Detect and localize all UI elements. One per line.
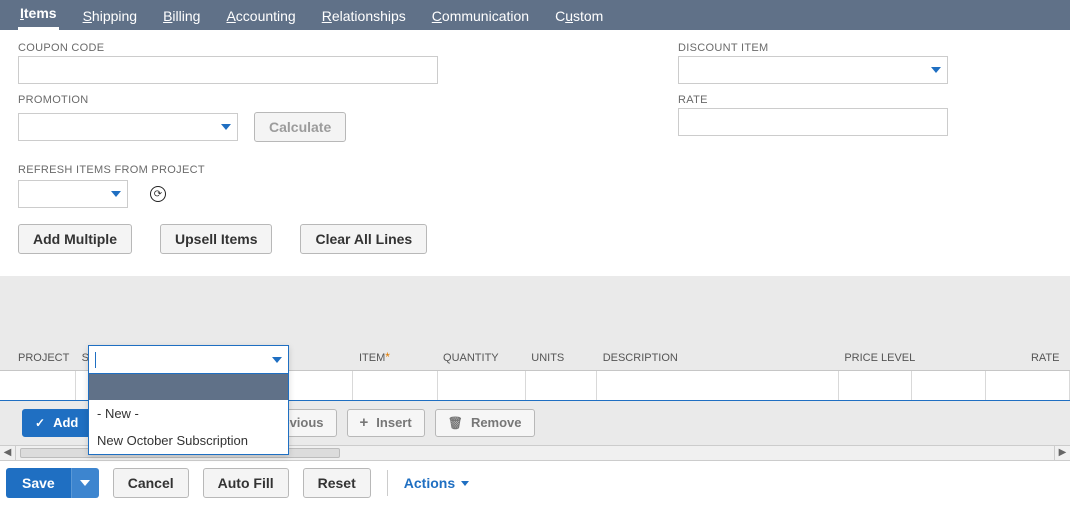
actions-menu[interactable]: Actions	[404, 475, 469, 491]
plus-icon	[360, 414, 369, 431]
save-button[interactable]: Save	[6, 468, 71, 498]
add-multiple-button[interactable]: Add Multiple	[18, 224, 132, 254]
col-project[interactable]: PROJECT	[0, 336, 76, 370]
coupon-code-label: COUPON CODE	[18, 42, 638, 54]
tab-accounting[interactable]: Accounting	[224, 2, 297, 30]
subscription-dropdown-input[interactable]	[89, 346, 288, 374]
refresh-icon[interactable]: ⟳	[150, 186, 166, 202]
cell-description[interactable]	[597, 370, 839, 400]
tab-billing[interactable]: Billing	[161, 2, 202, 30]
dropdown-option-new[interactable]: - New -	[89, 400, 288, 427]
add-line-button[interactable]: Add	[22, 409, 91, 437]
insert-line-button[interactable]: Insert	[347, 409, 425, 437]
scroll-left-arrow[interactable]: ◀	[0, 446, 16, 460]
tab-relationships[interactable]: Relationships	[320, 2, 408, 30]
tab-shipping[interactable]: Shipping	[81, 2, 140, 30]
col-description[interactable]: DESCRIPTION	[597, 336, 839, 370]
refresh-project-select[interactable]	[18, 180, 128, 208]
chevron-down-icon	[461, 481, 469, 486]
col-rate[interactable]: RATE	[985, 336, 1069, 370]
trash-icon	[448, 415, 463, 430]
cell-price[interactable]	[838, 370, 912, 400]
refresh-label: REFRESH ITEMS FROM PROJECT	[18, 164, 638, 176]
save-dropdown-button[interactable]	[71, 468, 99, 498]
promotion-label: PROMOTION	[18, 94, 638, 106]
cell-quantity[interactable]	[437, 370, 525, 400]
col-quantity[interactable]: QUANTITY	[437, 336, 525, 370]
promotion-select[interactable]	[18, 113, 238, 141]
reset-button[interactable]: Reset	[303, 468, 371, 498]
cell-units[interactable]	[525, 370, 596, 400]
discount-item-select[interactable]	[678, 56, 948, 84]
chevron-down-icon	[931, 67, 941, 73]
clear-all-lines-button[interactable]: Clear All Lines	[300, 224, 427, 254]
save-button-group: Save	[6, 468, 99, 498]
cell-item[interactable]	[353, 370, 437, 400]
tabs-bar: Items Shipping Billing Accounting Relati…	[0, 0, 1070, 30]
chevron-down-icon	[111, 191, 121, 197]
chevron-down-icon	[221, 124, 231, 130]
cell-rate[interactable]	[985, 370, 1069, 400]
dropdown-option-october[interactable]: New October Subscription	[89, 427, 288, 454]
tab-custom[interactable]: Custom	[553, 2, 605, 30]
cancel-button[interactable]: Cancel	[113, 468, 189, 498]
form-area: COUPON CODE PROMOTION Calculate REFRESH …	[0, 30, 1070, 254]
col-item[interactable]: ITEM*	[353, 336, 437, 370]
chevron-down-icon	[272, 357, 282, 363]
auto-fill-button[interactable]: Auto Fill	[203, 468, 289, 498]
footer-bar: Save Cancel Auto Fill Reset Actions	[0, 468, 469, 498]
tab-items[interactable]: Items	[18, 0, 59, 30]
text-cursor	[95, 352, 96, 368]
col-units[interactable]: UNITS	[525, 336, 596, 370]
upsell-items-button[interactable]: Upsell Items	[160, 224, 272, 254]
subscription-dropdown: - New - New October Subscription	[88, 345, 289, 455]
rate-label: RATE	[678, 94, 1052, 106]
cell-level[interactable]	[912, 370, 986, 400]
check-icon	[35, 415, 45, 430]
scroll-right-arrow[interactable]: ▶	[1054, 446, 1070, 460]
calculate-button[interactable]: Calculate	[254, 112, 346, 142]
cell-project[interactable]	[0, 370, 76, 400]
chevron-down-icon	[80, 480, 90, 486]
dropdown-blank-option[interactable]	[89, 374, 288, 400]
tab-communication[interactable]: Communication	[430, 2, 531, 30]
coupon-code-input[interactable]	[18, 56, 438, 84]
col-price-level[interactable]: PRICE LEVEL	[838, 336, 985, 370]
rate-input[interactable]	[678, 108, 948, 136]
remove-line-button[interactable]: Remove	[435, 409, 535, 437]
footer-separator	[387, 470, 388, 496]
discount-item-label: DISCOUNT ITEM	[678, 42, 1052, 54]
